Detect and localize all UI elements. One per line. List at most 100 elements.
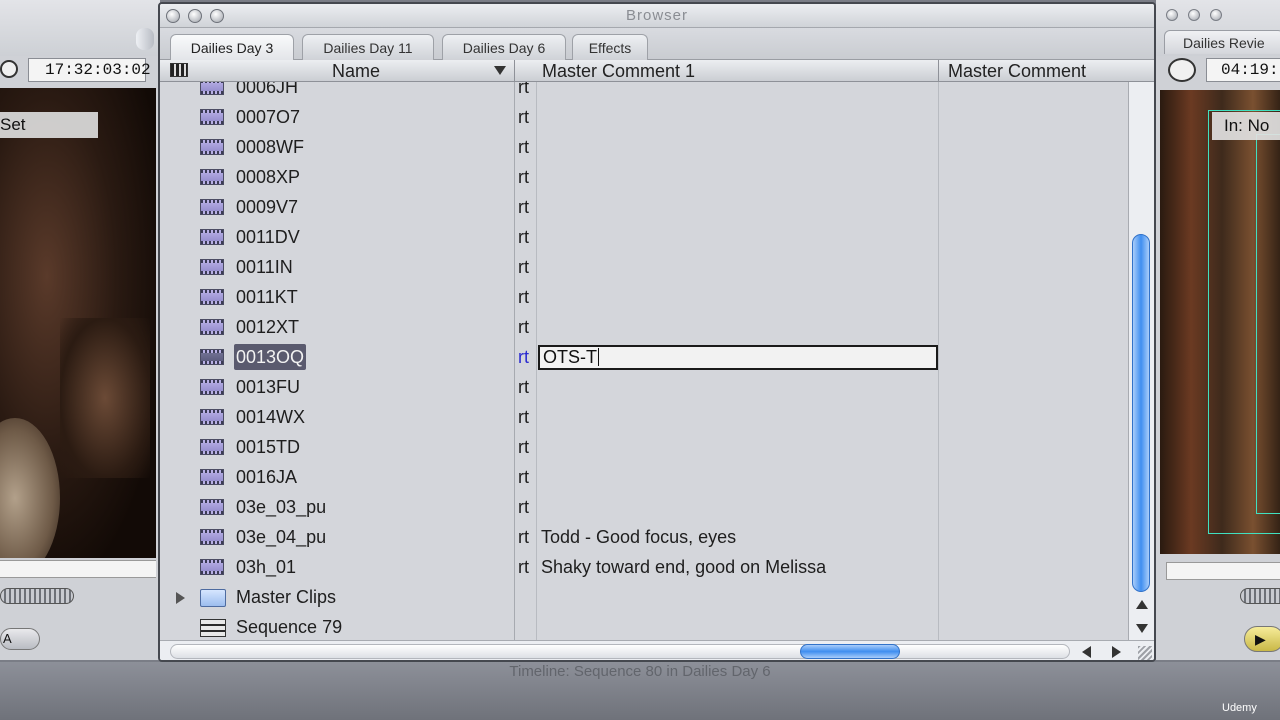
clip-row[interactable]: 0014WX rt bbox=[160, 402, 1128, 432]
clapper-icon[interactable] bbox=[170, 63, 188, 77]
clip-name[interactable]: 0006JH bbox=[236, 82, 298, 102]
right-viewer-tab[interactable]: Dailies Revie bbox=[1164, 30, 1280, 54]
clip-row[interactable]: 0012XT rt bbox=[160, 312, 1128, 342]
clip-name[interactable]: 0015TD bbox=[236, 432, 300, 462]
clip-row[interactable]: 03e_04_pu rt Todd - Good focus, eyes bbox=[160, 522, 1128, 552]
clip-name[interactable]: 0009V7 bbox=[236, 192, 298, 222]
right-viewer-overlay-label: In: No bbox=[1212, 112, 1280, 140]
clip-row[interactable]: 0008WF rt bbox=[160, 132, 1128, 162]
sequence-name[interactable]: Sequence 79 bbox=[236, 612, 342, 640]
resize-grip-icon[interactable] bbox=[1138, 646, 1152, 660]
left-viewer-mode-button[interactable]: A bbox=[0, 628, 40, 650]
film-clip-icon bbox=[200, 529, 224, 545]
clip-row[interactable]: 0013OQ rt OTS-T bbox=[160, 342, 1128, 372]
left-viewer-timecode[interactable]: 17:32:03:02 bbox=[28, 58, 151, 82]
film-clip-icon bbox=[200, 409, 224, 425]
clip-row[interactable]: 0008XP rt bbox=[160, 162, 1128, 192]
clip-name[interactable]: 0013OQ bbox=[234, 344, 307, 370]
browser-title: Browser bbox=[625, 7, 688, 24]
sort-descending-icon[interactable] bbox=[494, 66, 506, 75]
sequence-row[interactable]: Sequence 79 bbox=[160, 612, 1128, 640]
film-clip-icon bbox=[200, 439, 224, 455]
clip-row[interactable]: 03e_03_pu rt bbox=[160, 492, 1128, 522]
tab-dailies-day-3[interactable]: Dailies Day 3 bbox=[170, 34, 294, 60]
horizontal-scroll-thumb[interactable] bbox=[800, 644, 900, 659]
clip-row[interactable]: 0013FU rt bbox=[160, 372, 1128, 402]
tab-effects[interactable]: Effects bbox=[572, 34, 648, 60]
clip-name[interactable]: 0008XP bbox=[236, 162, 300, 192]
disclosure-triangle-icon[interactable] bbox=[176, 592, 185, 604]
master-comment-cell[interactable]: Todd - Good focus, eyes bbox=[541, 522, 736, 552]
right-viewer-timecode[interactable]: 04:19: bbox=[1206, 58, 1280, 82]
realtime-indicator: rt bbox=[518, 107, 529, 127]
vertical-scroll-thumb[interactable] bbox=[1132, 234, 1150, 592]
scroll-left-arrow-icon[interactable] bbox=[1082, 646, 1091, 658]
scroll-down-arrow-icon[interactable] bbox=[1136, 624, 1148, 633]
clip-name[interactable]: 0016JA bbox=[236, 462, 297, 492]
udemy-logo: Udemy bbox=[1222, 702, 1257, 714]
clip-name[interactable]: 0014WX bbox=[236, 402, 305, 432]
column-separator[interactable] bbox=[514, 60, 515, 82]
clip-row[interactable]: 0011DV rt bbox=[160, 222, 1128, 252]
vertical-scrollbar[interactable] bbox=[1128, 82, 1154, 640]
timeline-title: Timeline: Sequence 80 in Dailies Day 6 bbox=[509, 663, 771, 680]
clip-row[interactable]: 0009V7 rt bbox=[160, 192, 1128, 222]
zoom-window-icon[interactable] bbox=[1210, 9, 1222, 21]
film-clip-icon bbox=[200, 82, 224, 95]
film-clip-icon bbox=[200, 499, 224, 515]
left-viewer-scroll-handle[interactable] bbox=[136, 28, 154, 50]
tab-dailies-day-11[interactable]: Dailies Day 11 bbox=[302, 34, 434, 60]
master-comment-edit-field[interactable]: OTS-T bbox=[538, 345, 938, 370]
column-separator[interactable] bbox=[938, 60, 939, 82]
bin-row[interactable]: Master Clips bbox=[160, 582, 1128, 612]
column-header-master-comment-2[interactable]: Master Comment bbox=[948, 60, 1086, 82]
clip-row[interactable]: 0006JH rt bbox=[160, 82, 1128, 102]
clip-row[interactable]: 0011KT rt bbox=[160, 282, 1128, 312]
right-viewer-scrubber[interactable] bbox=[1166, 562, 1280, 580]
clip-row[interactable]: 0007O7 rt bbox=[160, 102, 1128, 132]
play-button[interactable]: ▶ bbox=[1244, 626, 1280, 652]
scroll-up-arrow-icon[interactable] bbox=[1136, 600, 1148, 609]
master-comment-cell[interactable]: Shaky toward end, good on Melissa bbox=[541, 552, 826, 582]
realtime-indicator: rt bbox=[518, 317, 529, 337]
clip-name[interactable]: 03h_01 bbox=[236, 552, 296, 582]
clip-name[interactable]: 0012XT bbox=[236, 312, 299, 342]
tab-dailies-day-6[interactable]: Dailies Day 6 bbox=[442, 34, 566, 60]
film-clip-icon bbox=[200, 229, 224, 245]
film-clip-icon bbox=[200, 349, 224, 365]
close-window-icon[interactable] bbox=[1166, 9, 1178, 21]
clip-name[interactable]: 0011IN bbox=[236, 252, 293, 282]
left-viewer-titlebar bbox=[0, 0, 160, 56]
left-viewer-scrubber[interactable] bbox=[0, 560, 156, 578]
clip-name[interactable]: 03e_04_pu bbox=[236, 522, 326, 552]
right-viewer-jog-control[interactable] bbox=[1240, 588, 1280, 604]
clip-row[interactable]: 0015TD rt bbox=[160, 432, 1128, 462]
minimize-window-icon[interactable] bbox=[1188, 9, 1200, 21]
clip-row[interactable]: 03h_01 rt Shaky toward end, good on Meliss… bbox=[160, 552, 1128, 582]
clip-row[interactable]: 0016JA rt bbox=[160, 462, 1128, 492]
realtime-indicator: rt bbox=[518, 137, 529, 157]
film-clip-icon bbox=[200, 139, 224, 155]
bin-name[interactable]: Master Clips bbox=[236, 582, 336, 612]
horizontal-scroll-track[interactable] bbox=[170, 644, 1070, 659]
clip-list: 0006JH rt 0007O7 rt 0008WF rt 0008XP rt 0009V7 rt… bbox=[160, 82, 1128, 640]
sequence-icon bbox=[200, 619, 226, 637]
clip-name[interactable]: 0011KT bbox=[236, 282, 298, 312]
realtime-indicator: rt bbox=[518, 407, 529, 427]
realtime-indicator: rt bbox=[518, 227, 529, 247]
clip-name[interactable]: 0008WF bbox=[236, 132, 304, 162]
column-header-master-comment-1[interactable]: Master Comment 1 bbox=[542, 60, 695, 82]
clip-name[interactable]: 0007O7 bbox=[236, 102, 300, 132]
realtime-indicator: rt bbox=[518, 257, 529, 277]
browser-titlebar[interactable]: Browser bbox=[160, 4, 1154, 28]
realtime-indicator: rt bbox=[518, 437, 529, 457]
clip-name[interactable]: 0013FU bbox=[236, 372, 300, 402]
left-viewer-jog-control[interactable] bbox=[0, 588, 74, 604]
scroll-right-arrow-icon[interactable] bbox=[1112, 646, 1121, 658]
column-header-name[interactable]: Name bbox=[196, 60, 516, 82]
clip-name[interactable]: 03e_03_pu bbox=[236, 492, 326, 522]
horizontal-scrollbar[interactable] bbox=[160, 640, 1154, 660]
realtime-indicator: rt bbox=[518, 347, 529, 367]
clip-name[interactable]: 0011DV bbox=[236, 222, 300, 252]
clip-row[interactable]: 0011IN rt bbox=[160, 252, 1128, 282]
